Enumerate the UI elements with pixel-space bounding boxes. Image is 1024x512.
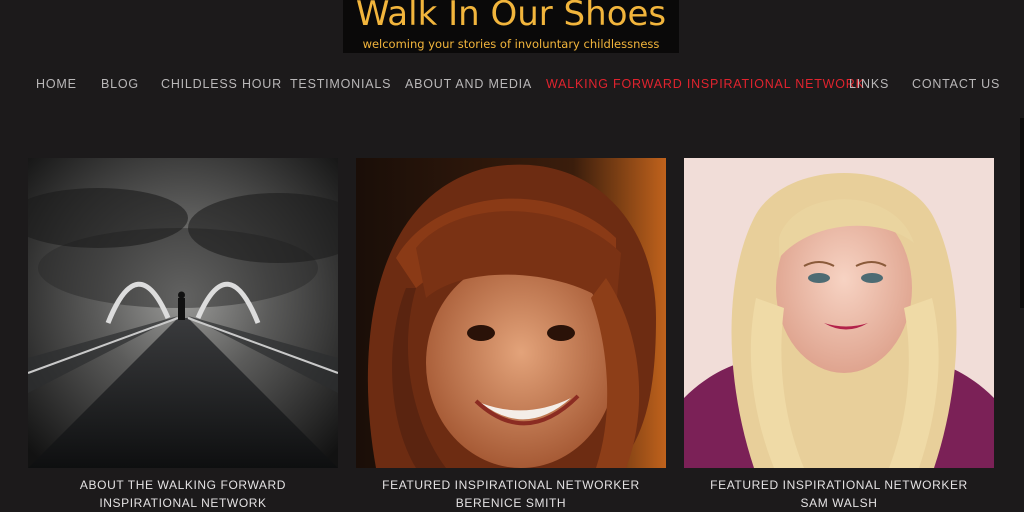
main-nav: HOME BLOG CHILDLESS HOUR TESTIMONIALS AB…: [0, 77, 1024, 93]
nav-item-childless-hour[interactable]: CHILDLESS HOUR: [161, 77, 282, 91]
card-berenice-smith[interactable]: FEATURED INSPIRATIONAL NETWORKER BERENIC…: [356, 158, 666, 512]
card-image-sam[interactable]: [684, 158, 994, 468]
bridge-photo: [28, 158, 338, 468]
site-logo[interactable]: Walk In Our Shoes welcoming your stories…: [343, 0, 679, 53]
sam-portrait-photo: [684, 158, 994, 468]
nav-item-links[interactable]: LINKS: [849, 77, 889, 91]
card-caption[interactable]: ABOUT THE WALKING FORWARD INSPIRATIONAL …: [28, 476, 338, 512]
page-edge-shadow: [1020, 118, 1024, 308]
card-caption[interactable]: FEATURED INSPIRATIONAL NETWORKER BERENIC…: [356, 476, 666, 512]
card-about-network[interactable]: ABOUT THE WALKING FORWARD INSPIRATIONAL …: [28, 158, 338, 512]
nav-item-about-and-media[interactable]: ABOUT AND MEDIA: [405, 77, 532, 91]
card-caption[interactable]: FEATURED INSPIRATIONAL NETWORKER SAM WAL…: [684, 476, 994, 512]
nav-item-contact-us[interactable]: CONTACT US: [912, 77, 1000, 91]
card-image-bridge[interactable]: [28, 158, 338, 468]
nav-item-testimonials[interactable]: TESTIMONIALS: [290, 77, 391, 91]
page: Walk In Our Shoes welcoming your stories…: [0, 0, 1024, 512]
berenice-portrait-photo: [356, 158, 666, 468]
card-sam-walsh[interactable]: FEATURED INSPIRATIONAL NETWORKER SAM WAL…: [684, 158, 994, 512]
nav-item-walking-forward[interactable]: WALKING FORWARD INSPIRATIONAL NETWORK: [546, 77, 865, 91]
nav-item-home[interactable]: HOME: [36, 77, 77, 91]
nav-item-blog[interactable]: BLOG: [101, 77, 139, 91]
card-image-berenice[interactable]: [356, 158, 666, 468]
site-title: Walk In Our Shoes: [355, 0, 667, 34]
site-tagline: welcoming your stories of involuntary ch…: [362, 37, 660, 51]
